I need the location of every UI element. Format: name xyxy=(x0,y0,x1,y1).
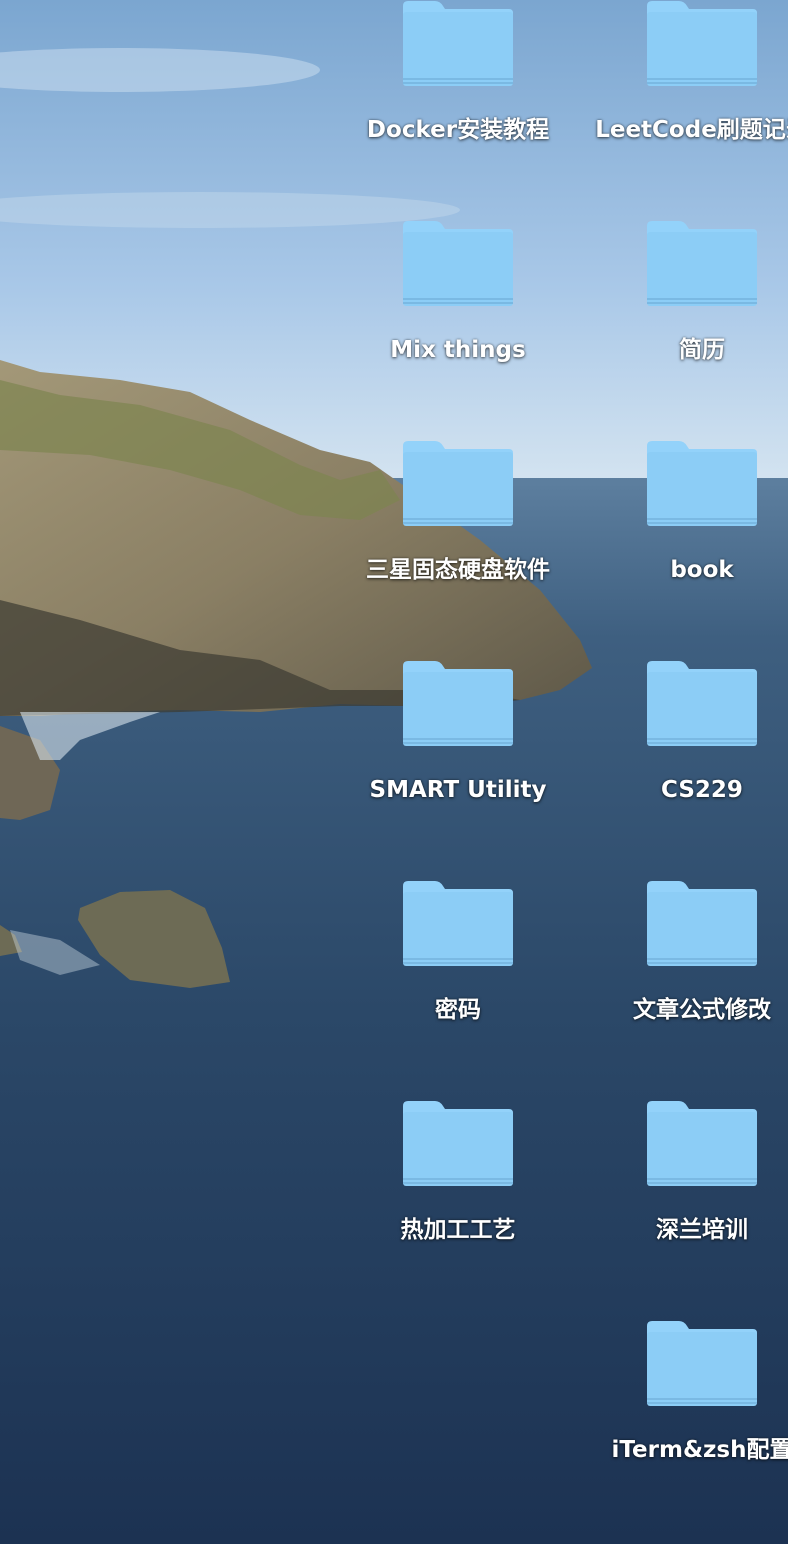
folder-icon xyxy=(403,1,513,86)
folder-label: 三星固态硬盘软件 xyxy=(366,557,550,583)
desktop-folder-leetcode[interactable]: LeetCode刷题记录 xyxy=(587,0,788,146)
folder-icon xyxy=(647,1,757,86)
desktop-folder-training[interactable]: 深兰培训 xyxy=(587,1100,788,1246)
folder-label: book xyxy=(670,557,734,583)
folder-icon xyxy=(647,441,757,526)
folder-label: 深兰培训 xyxy=(656,1217,748,1243)
folder-icon xyxy=(647,881,757,966)
folder-icon xyxy=(647,221,757,306)
folder-icon xyxy=(647,1101,757,1186)
desktop-folder-docker[interactable]: Docker安装教程 xyxy=(343,0,573,146)
desktop-folder-cs229[interactable]: CS229 xyxy=(587,660,788,806)
folder-label: SMART Utility xyxy=(369,777,547,803)
folder-label: 密码 xyxy=(435,997,481,1023)
desktop-folder-mix-things[interactable]: Mix things xyxy=(343,220,573,366)
desktop-folder-resume[interactable]: 简历 xyxy=(587,220,788,366)
desktop[interactable]: Docker安装教程 LeetCode刷题记录 Mix things 简历 三星… xyxy=(0,0,788,1544)
folder-label: CS229 xyxy=(661,777,743,803)
desktop-folder-article-formula[interactable]: 文章公式修改 xyxy=(587,880,788,1026)
desktop-folder-iterm-zsh[interactable]: iTerm&zsh配置 xyxy=(587,1320,788,1466)
desktop-icon-grid: Docker安装教程 LeetCode刷题记录 Mix things 简历 三星… xyxy=(0,0,788,1544)
desktop-folder-samsung-ssd[interactable]: 三星固态硬盘软件 xyxy=(343,440,573,586)
folder-icon xyxy=(403,661,513,746)
folder-label: 简历 xyxy=(679,337,725,363)
folder-icon xyxy=(403,221,513,306)
folder-label: LeetCode刷题记录 xyxy=(595,117,788,143)
folder-label: 文章公式修改 xyxy=(633,997,771,1023)
folder-icon xyxy=(647,661,757,746)
desktop-folder-passwords[interactable]: 密码 xyxy=(343,880,573,1026)
folder-label: 热加工工艺 xyxy=(400,1217,516,1243)
folder-icon xyxy=(403,1101,513,1186)
folder-label: Docker安装教程 xyxy=(366,117,550,143)
folder-icon xyxy=(403,881,513,966)
desktop-folder-hot-working[interactable]: 热加工工艺 xyxy=(343,1100,573,1246)
folder-icon xyxy=(647,1321,757,1406)
desktop-folder-smart-utility[interactable]: SMART Utility xyxy=(343,660,573,806)
folder-label: iTerm&zsh配置 xyxy=(611,1437,788,1463)
folder-icon xyxy=(403,441,513,526)
desktop-folder-book[interactable]: book xyxy=(587,440,788,586)
folder-label: Mix things xyxy=(390,337,526,363)
